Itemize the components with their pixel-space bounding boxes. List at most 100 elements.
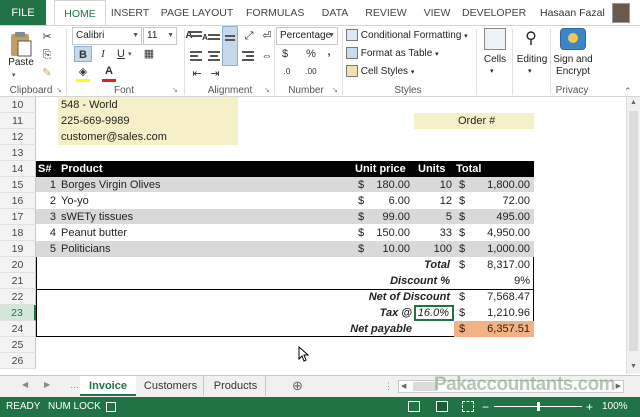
increase-indent-icon[interactable]: ⇥ xyxy=(206,66,224,82)
page-break-view-icon[interactable] xyxy=(462,401,474,412)
font-color-button[interactable]: A xyxy=(100,63,118,79)
copy-icon[interactable]: ⎘ xyxy=(38,47,56,63)
normal-view-icon[interactable] xyxy=(408,401,420,412)
sign-encrypt-button[interactable]: Sign and Encrypt xyxy=(550,54,596,78)
clipboard-launcher-icon[interactable]: ↘ xyxy=(56,86,62,94)
scroll-right-icon[interactable]: ▶ xyxy=(616,382,621,390)
editing-button[interactable]: Editing xyxy=(514,54,550,65)
tab-developer[interactable]: DEVELOPER xyxy=(462,0,526,26)
font-size-dropdown[interactable]: 11 ▼ xyxy=(143,27,177,45)
orientation-icon[interactable]: ⤢ xyxy=(240,28,258,44)
tab-home[interactable]: HOME xyxy=(54,0,106,26)
align-right-icon[interactable] xyxy=(240,48,256,64)
zoom-out-icon[interactable]: − xyxy=(482,397,489,417)
fill-color-icon[interactable]: ◈ xyxy=(74,64,92,80)
increase-decimal-button[interactable]: .0 xyxy=(276,64,298,80)
conditional-formatting-button[interactable]: Conditional Formatting ▾ xyxy=(346,28,476,44)
alignment-launcher-icon[interactable]: ↘ xyxy=(264,86,270,94)
sheet-tab-invoice[interactable]: Invoice xyxy=(80,376,136,396)
zoom-in-icon[interactable]: + xyxy=(586,397,593,417)
total-value: 8,317.00 xyxy=(487,259,530,271)
format-painter-icon[interactable]: ✎ xyxy=(38,65,56,81)
font-launcher-icon[interactable]: ↘ xyxy=(172,86,178,94)
page-layout-view-icon[interactable] xyxy=(436,401,448,412)
borders-icon[interactable]: ▦ xyxy=(140,46,158,62)
paste-icon[interactable] xyxy=(6,30,34,58)
row-header[interactable]: 13 xyxy=(0,145,36,161)
row-header[interactable]: 26 xyxy=(0,353,36,369)
cells-icon[interactable] xyxy=(484,28,506,50)
align-left-icon[interactable] xyxy=(188,48,204,64)
chevron-down-icon[interactable]: ▾ xyxy=(528,67,532,75)
font-name-dropdown[interactable]: Calibri ▼ xyxy=(72,27,142,45)
comma-button[interactable]: , xyxy=(320,44,338,60)
align-center-icon[interactable] xyxy=(206,48,222,64)
cell-styles-button[interactable]: Cell Styles ▾ xyxy=(346,64,476,80)
scroll-thumb[interactable] xyxy=(629,111,638,351)
align-middle-icon[interactable] xyxy=(206,28,222,44)
cut-icon[interactable]: ✂ xyxy=(38,29,56,45)
align-bottom-button[interactable] xyxy=(222,26,238,66)
tax-rate-cell[interactable]: 16.0% xyxy=(414,305,454,321)
zoom-level[interactable]: 100% xyxy=(602,397,628,417)
bold-button[interactable]: B xyxy=(74,46,92,62)
row-header[interactable]: 12 xyxy=(0,129,36,145)
row-header[interactable]: 16 xyxy=(0,193,36,209)
scroll-sheets-left-icon[interactable]: ◀ xyxy=(22,380,28,389)
italic-button[interactable]: I xyxy=(94,46,112,62)
tab-formulas[interactable]: FORMULAS xyxy=(246,0,304,26)
scroll-left-icon[interactable]: ◀ xyxy=(401,382,406,390)
tab-review[interactable]: REVIEW xyxy=(362,0,410,26)
collapse-ribbon-icon[interactable]: ⌃ xyxy=(624,86,632,97)
scroll-up-icon[interactable]: ▲ xyxy=(630,99,637,106)
paste-button[interactable]: Paste xyxy=(6,57,36,68)
zoom-slider-thumb[interactable] xyxy=(537,402,540,411)
row-header[interactable]: 18 xyxy=(0,225,36,241)
row-header[interactable]: 20 xyxy=(0,257,36,273)
row-header[interactable]: 10 xyxy=(0,97,36,113)
tab-data[interactable]: DATA xyxy=(316,0,354,26)
number-launcher-icon[interactable]: ↘ xyxy=(332,86,338,94)
row-header[interactable]: 25 xyxy=(0,337,36,353)
chevron-down-icon[interactable]: ▾ xyxy=(128,50,132,58)
row-header[interactable]: 14 xyxy=(0,161,36,177)
user-name[interactable]: Hasaan Fazal xyxy=(540,0,605,26)
user-avatar[interactable] xyxy=(612,3,630,23)
scroll-sheets-right-icon[interactable]: ▶ xyxy=(44,380,50,389)
table-row: 24 Net payable $ 6,357.51 xyxy=(0,321,640,337)
add-sheet-button[interactable]: ⊕ xyxy=(292,378,303,394)
row-header[interactable]: 11 xyxy=(0,113,36,129)
currency-button[interactable]: $ xyxy=(276,46,294,62)
decrease-indent-icon[interactable]: ⇤ xyxy=(188,66,206,82)
row-header[interactable]: 19 xyxy=(0,241,36,257)
tab-insert[interactable]: INSERT xyxy=(108,0,152,26)
cell-sn: 2 xyxy=(49,195,56,207)
row-header[interactable]: 17 xyxy=(0,209,36,225)
row-header[interactable]: 15 xyxy=(0,177,36,193)
font-name-value: Calibri xyxy=(76,30,105,41)
chevron-down-icon[interactable]: ▾ xyxy=(490,67,494,75)
scroll-down-icon[interactable]: ▼ xyxy=(630,363,637,370)
number-format-dropdown[interactable]: Percentage ▼ xyxy=(276,27,338,45)
row-header-selected[interactable]: 23 xyxy=(0,305,36,321)
format-as-table-button[interactable]: Format as Table ▾ xyxy=(346,46,476,62)
paste-dropdown-icon[interactable]: ▾ xyxy=(12,71,16,79)
vertical-scrollbar[interactable]: ▲ ▼ xyxy=(626,97,640,374)
more-sheets-icon[interactable]: … xyxy=(70,380,79,390)
cells-button[interactable]: Cells xyxy=(478,54,512,65)
tab-file[interactable]: FILE xyxy=(0,0,46,26)
row-header[interactable]: 21 xyxy=(0,273,36,289)
row-header[interactable]: 24 xyxy=(0,321,36,337)
decrease-decimal-button[interactable]: .00 xyxy=(300,64,322,80)
binoculars-icon[interactable]: ⚲ xyxy=(520,28,542,50)
tab-page-layout[interactable]: PAGE LAYOUT xyxy=(160,0,234,26)
sheet-tab-products[interactable]: Products xyxy=(206,376,266,396)
sheet-tab-customers[interactable]: Customers xyxy=(138,376,204,396)
split-handle-icon[interactable]: ⋮ xyxy=(384,381,393,392)
tab-view[interactable]: VIEW xyxy=(420,0,454,26)
sign-encrypt-icon[interactable] xyxy=(560,28,586,50)
percent-button[interactable]: % xyxy=(302,46,320,62)
align-top-icon[interactable] xyxy=(188,28,204,44)
macro-record-icon[interactable] xyxy=(106,402,116,412)
row-header[interactable]: 22 xyxy=(0,289,36,305)
